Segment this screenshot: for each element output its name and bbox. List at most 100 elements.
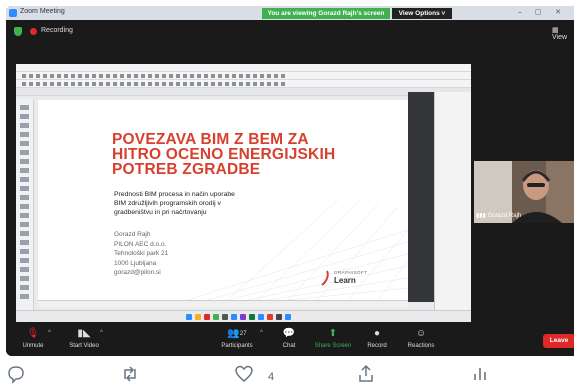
app-toolbar-icon[interactable]	[71, 74, 75, 78]
app-tool-icon[interactable]	[20, 213, 29, 218]
reactions-button[interactable]: ☺ Reactions	[404, 327, 438, 355]
taskbar-app-icon[interactable]	[195, 314, 201, 320]
analytics-icon[interactable]	[470, 364, 490, 384]
taskbar-app-icon[interactable]	[186, 314, 192, 320]
app-toolbar-icon[interactable]	[43, 74, 47, 78]
app-toolbar-icon[interactable]	[85, 82, 89, 86]
app-tool-icon[interactable]	[20, 105, 29, 110]
app-toolbar-icon[interactable]	[50, 82, 54, 86]
app-toolbar-icon[interactable]	[232, 74, 236, 78]
app-tool-icon[interactable]	[20, 168, 29, 173]
taskbar-app-icon[interactable]	[213, 314, 219, 320]
app-toolbar-icon[interactable]	[57, 74, 61, 78]
app-toolbar-icon[interactable]	[162, 82, 166, 86]
taskbar-app-icon[interactable]	[276, 314, 282, 320]
encryption-shield-icon[interactable]	[14, 27, 22, 36]
app-toolbar-icon[interactable]	[218, 82, 222, 86]
close-icon[interactable]: ✕	[554, 9, 562, 17]
app-toolbar-icon[interactable]	[176, 82, 180, 86]
taskbar-app-icon[interactable]	[267, 314, 273, 320]
app-toolbar-icon[interactable]	[204, 82, 208, 86]
app-toolbar-icon[interactable]	[64, 74, 68, 78]
app-toolbar-icon[interactable]	[78, 82, 82, 86]
app-toolbar-icon[interactable]	[204, 74, 208, 78]
record-button[interactable]: ● Record	[364, 327, 390, 355]
app-toolbar-icon[interactable]	[99, 82, 103, 86]
participant-video[interactable]: ▮▮▮ Gorazd Rajh	[474, 161, 574, 223]
app-toolbar-icon[interactable]	[43, 82, 47, 86]
app-toolbar-icon[interactable]	[155, 74, 159, 78]
app-toolbar-icon[interactable]	[64, 82, 68, 86]
reply-icon[interactable]	[6, 364, 26, 384]
app-toolbar-icon[interactable]	[281, 82, 285, 86]
app-toolbar-icon[interactable]	[183, 82, 187, 86]
app-toolbar-icon[interactable]	[274, 82, 278, 86]
share-icon[interactable]	[356, 364, 376, 384]
app-toolbar-icon[interactable]	[197, 82, 201, 86]
app-toolbar-icon[interactable]	[176, 74, 180, 78]
app-toolbar-icon[interactable]	[169, 74, 173, 78]
app-toolbar-icon[interactable]	[50, 74, 54, 78]
leave-button[interactable]: Leave	[543, 334, 574, 348]
app-toolbar-icon[interactable]	[57, 82, 61, 86]
app-toolbar-icon[interactable]	[246, 74, 250, 78]
app-tool-icon[interactable]	[20, 231, 29, 236]
app-toolbar-icon[interactable]	[267, 82, 271, 86]
like-icon[interactable]	[234, 364, 254, 384]
app-toolbar-icon[interactable]	[155, 82, 159, 86]
app-toolbar-icon[interactable]	[211, 82, 215, 86]
app-toolbar-icon[interactable]	[134, 82, 138, 86]
taskbar-app-icon[interactable]	[204, 314, 210, 320]
app-toolbar-icon[interactable]	[99, 74, 103, 78]
app-tool-icon[interactable]	[20, 114, 29, 119]
app-toolbar-icon[interactable]	[127, 74, 131, 78]
share-screen-button[interactable]: ⬆ Share Screen	[312, 327, 354, 355]
app-toolbar-icon[interactable]	[92, 74, 96, 78]
maximize-icon[interactable]: ▢	[534, 9, 542, 17]
audio-options-caret-icon[interactable]: ^	[48, 330, 51, 336]
view-button[interactable]: ▦ View	[552, 26, 574, 41]
app-toolbar-icon[interactable]	[92, 82, 96, 86]
app-toolbar-icon[interactable]	[162, 74, 166, 78]
app-tool-icon[interactable]	[20, 141, 29, 146]
app-tool-icon[interactable]	[20, 204, 29, 209]
app-tool-icon[interactable]	[20, 222, 29, 227]
app-tool-icon[interactable]	[20, 159, 29, 164]
taskbar-app-icon[interactable]	[285, 314, 291, 320]
app-toolbar-icon[interactable]	[239, 74, 243, 78]
app-tool-icon[interactable]	[20, 294, 29, 299]
app-toolbar-icon[interactable]	[106, 82, 110, 86]
app-toolbar-icon[interactable]	[71, 82, 75, 86]
app-toolbar-icon[interactable]	[148, 74, 152, 78]
app-toolbar-icon[interactable]	[134, 74, 138, 78]
app-toolbar-icon[interactable]	[29, 82, 33, 86]
app-tool-icon[interactable]	[20, 132, 29, 137]
app-tool-icon[interactable]	[20, 177, 29, 182]
app-toolbar-icon[interactable]	[232, 82, 236, 86]
participants-button[interactable]: 👥27 Participants	[214, 327, 260, 355]
view-options-button[interactable]: View Options ˅	[392, 8, 452, 19]
app-toolbar-icon[interactable]	[141, 74, 145, 78]
app-toolbar-icon[interactable]	[120, 74, 124, 78]
taskbar-app-icon[interactable]	[240, 314, 246, 320]
retweet-icon[interactable]	[120, 364, 140, 384]
app-tool-icon[interactable]	[20, 285, 29, 290]
app-toolbar-icon[interactable]	[190, 74, 194, 78]
taskbar-app-icon[interactable]	[231, 314, 237, 320]
app-tool-icon[interactable]	[20, 186, 29, 191]
app-toolbar-icon[interactable]	[253, 74, 257, 78]
app-toolbar-icon[interactable]	[274, 74, 278, 78]
app-tool-icon[interactable]	[20, 123, 29, 128]
participants-caret-icon[interactable]: ^	[260, 330, 263, 336]
app-toolbar-icon[interactable]	[211, 74, 215, 78]
app-toolbar-icon[interactable]	[260, 74, 264, 78]
app-toolbar-icon[interactable]	[246, 82, 250, 86]
app-tool-icon[interactable]	[20, 150, 29, 155]
app-toolbar-icon[interactable]	[36, 82, 40, 86]
app-toolbar-icon[interactable]	[113, 82, 117, 86]
unmute-button[interactable]: 🎙 Unmute	[16, 327, 50, 355]
chat-button[interactable]: 💬 Chat	[274, 327, 304, 355]
app-toolbar-icon[interactable]	[113, 74, 117, 78]
taskbar-app-icon[interactable]	[258, 314, 264, 320]
app-toolbar-icon[interactable]	[183, 74, 187, 78]
